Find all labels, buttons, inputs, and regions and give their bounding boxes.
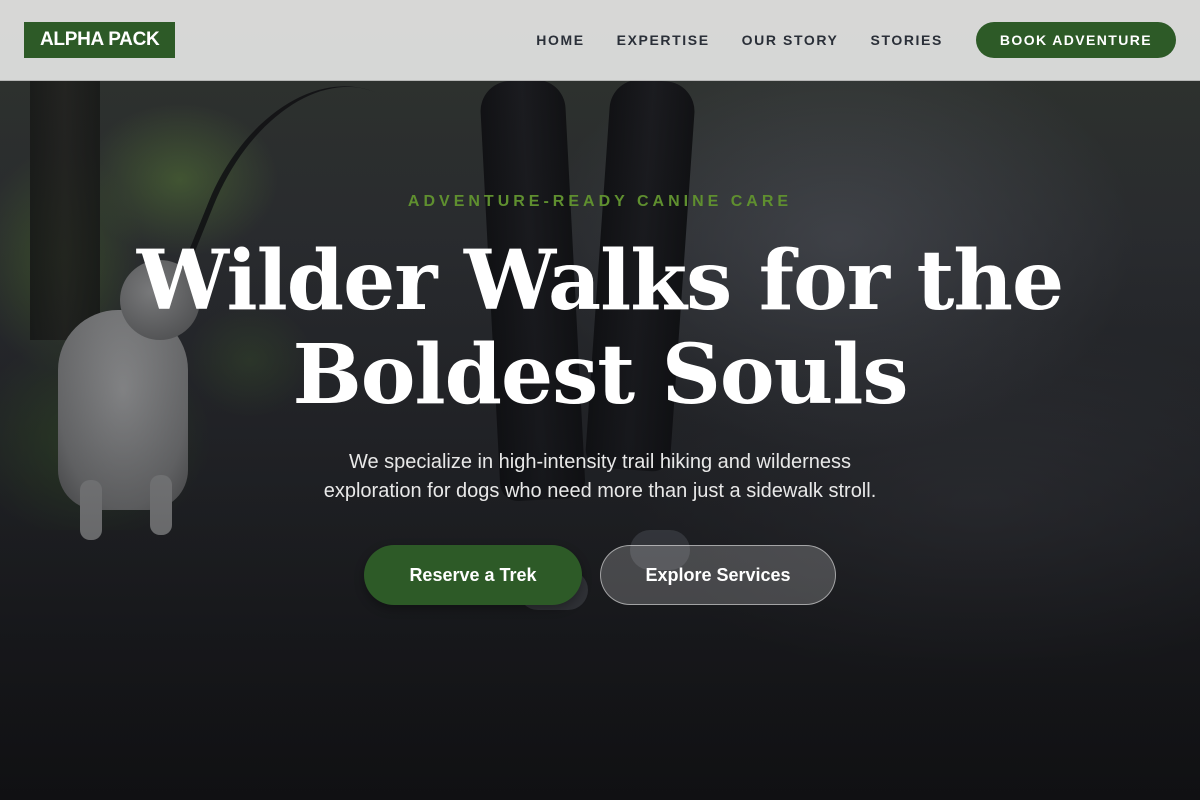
- hero-eyebrow: ADVENTURE-READY CANINE CARE: [407, 193, 793, 210]
- hero-headline: Wilder Walks for the Boldest Souls: [100, 234, 1100, 422]
- reserve-trek-button[interactable]: Reserve a Trek: [364, 545, 582, 605]
- hero-content: ADVENTURE-READY CANINE CARE Wilder Walks…: [0, 0, 1200, 800]
- hero-subtext-line-2: exploration for dogs who need more than …: [323, 480, 877, 502]
- nav-item-stories[interactable]: STORIES: [871, 32, 943, 48]
- nav-item-our-story[interactable]: OUR STORY: [742, 32, 839, 48]
- hero-button-row: Reserve a Trek Explore Services: [0, 545, 1200, 605]
- hero-headline-line-1: Wilder Walks for the: [136, 233, 1064, 329]
- main-nav: HOME EXPERTISE OUR STORY STORIES BOOK AD…: [536, 0, 1176, 80]
- book-adventure-button[interactable]: BOOK ADVENTURE: [975, 22, 1176, 58]
- site-header: ALPHA PACK HOME EXPERTISE OUR STORY STOR…: [0, 0, 1200, 81]
- hero-subtext-line-1: We specialize in high-intensity trail hi…: [348, 451, 852, 473]
- hero-subtext: We specialize in high-intensity trail hi…: [260, 448, 940, 506]
- explore-services-button[interactable]: Explore Services: [600, 545, 836, 605]
- hero-headline-line-2: Boldest Souls: [292, 327, 908, 423]
- brand-logo[interactable]: ALPHA PACK: [24, 22, 176, 58]
- nav-item-expertise[interactable]: EXPERTISE: [617, 32, 710, 48]
- nav-item-home[interactable]: HOME: [536, 32, 584, 48]
- hero-section: ALPHA PACK HOME EXPERTISE OUR STORY STOR…: [0, 0, 1200, 800]
